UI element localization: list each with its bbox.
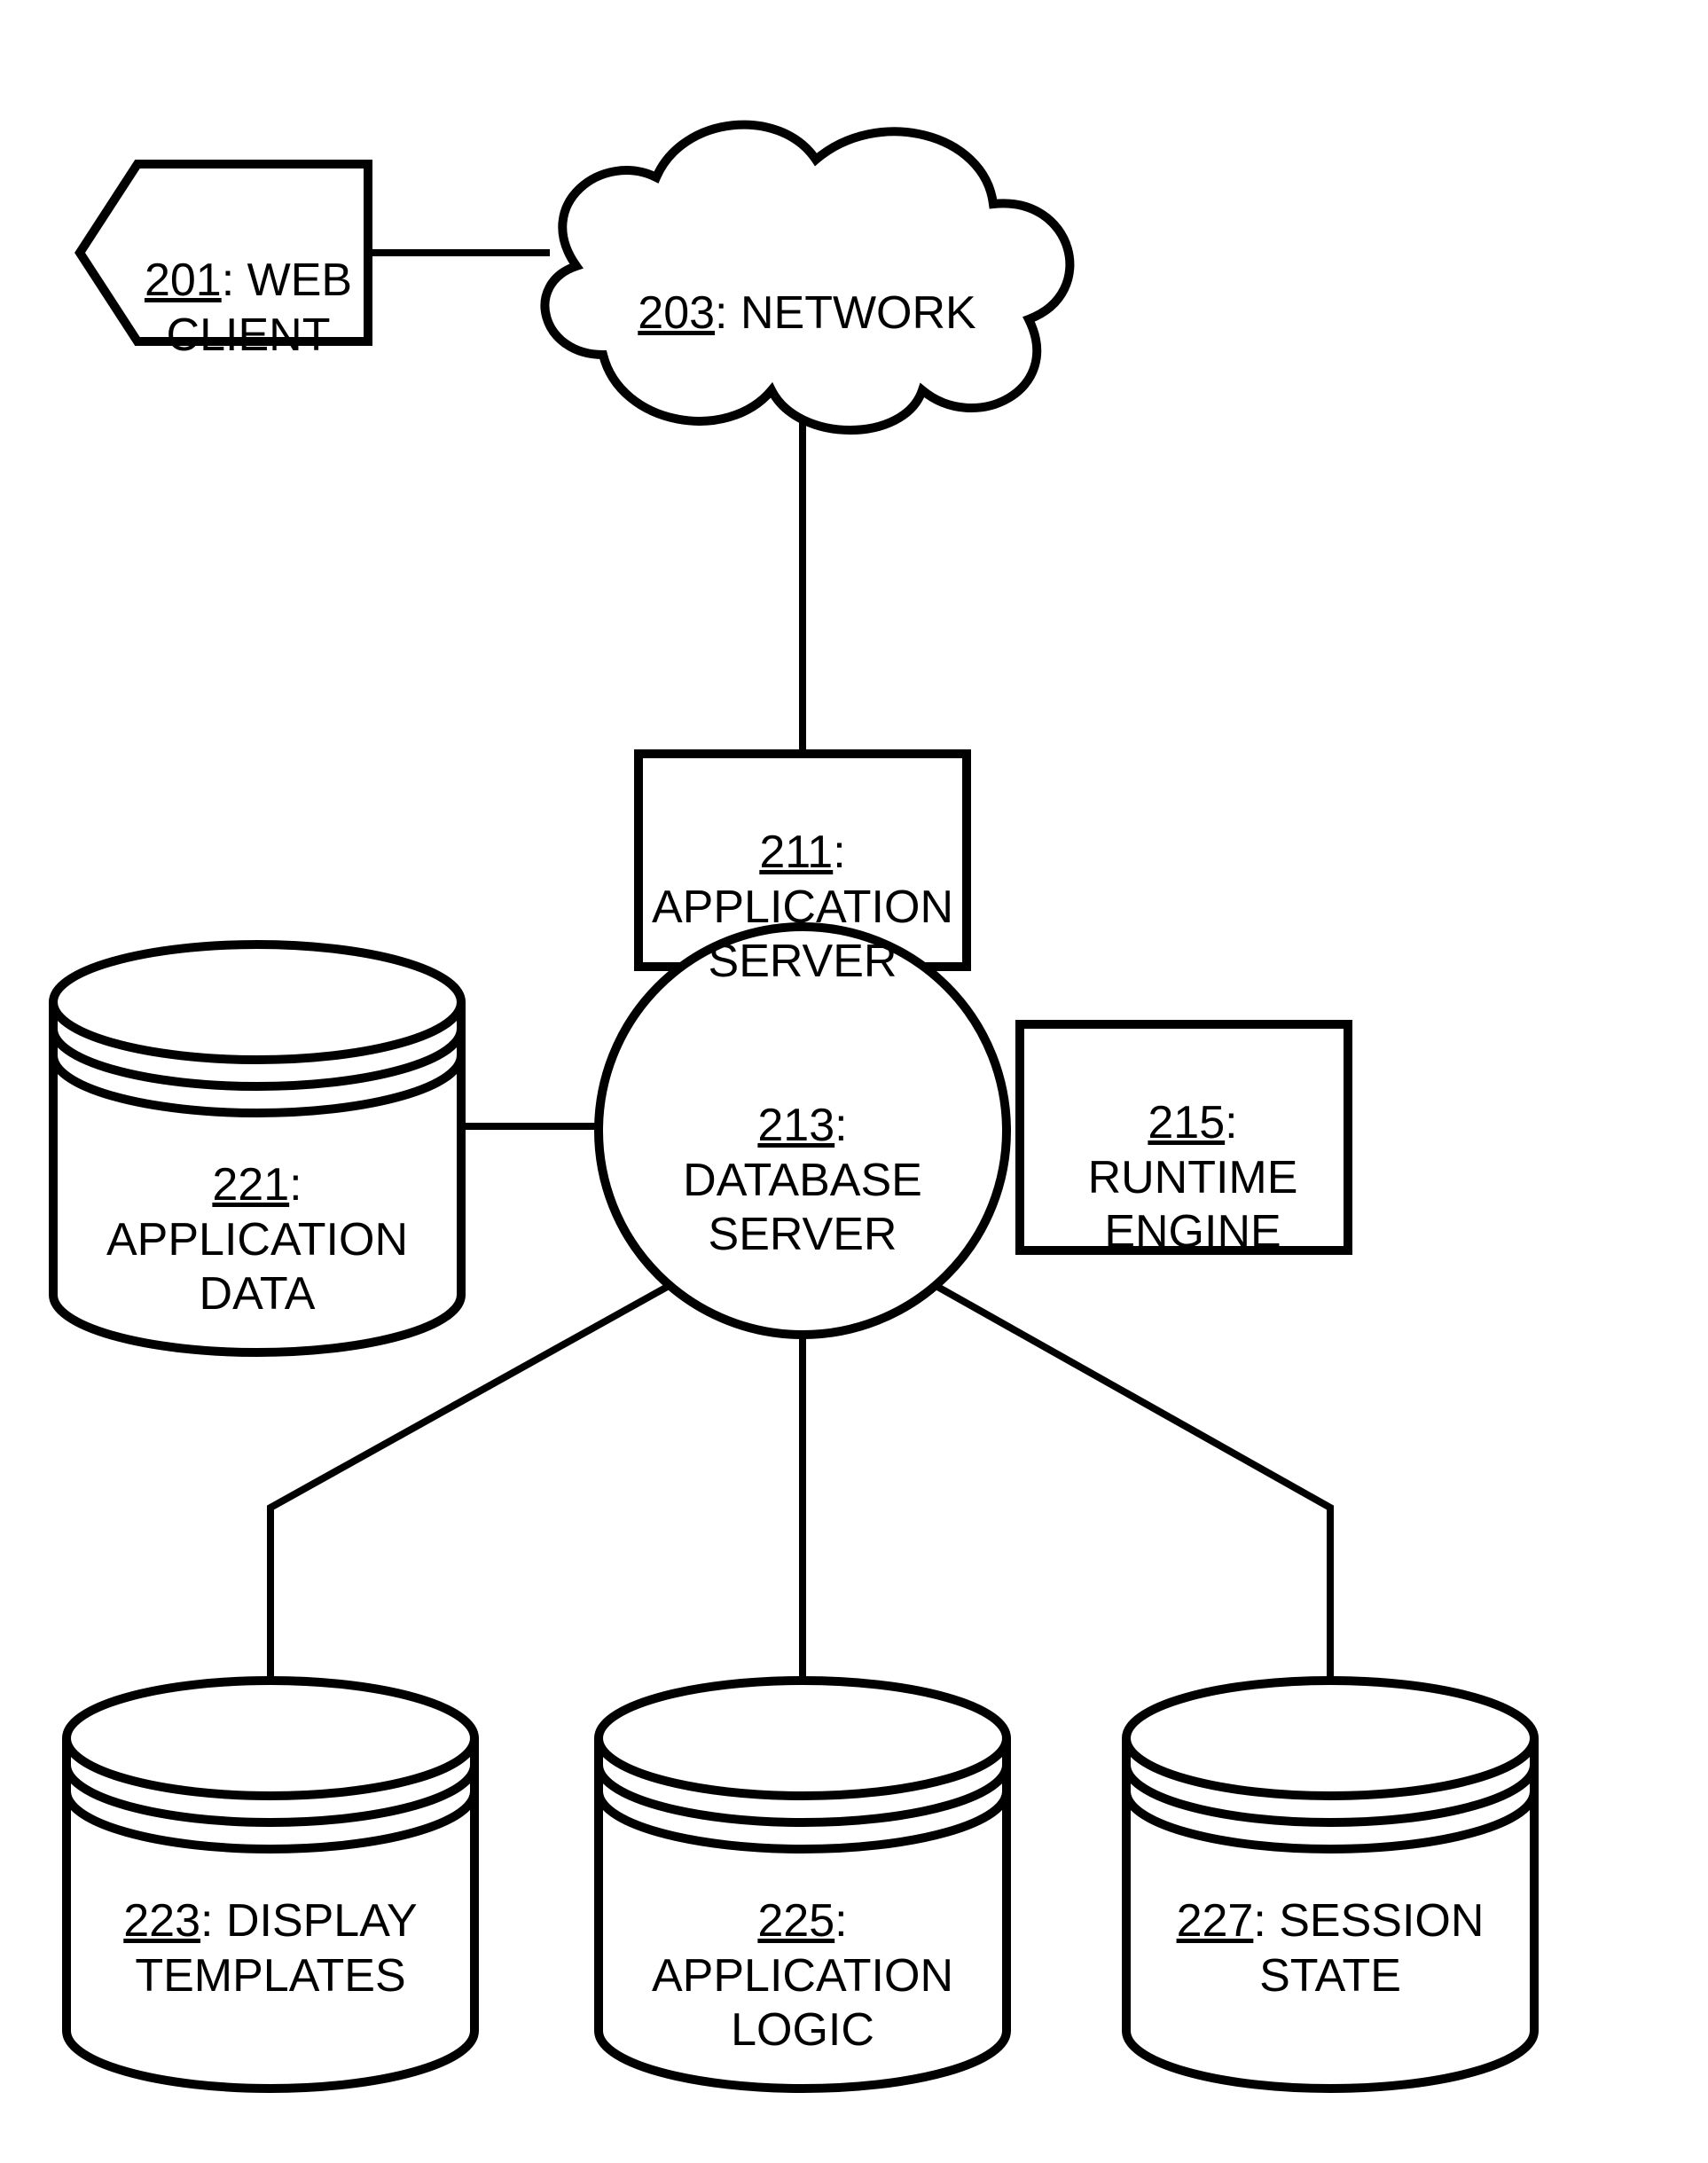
runtime-label: 215:RUNTIME ENGINE bbox=[1046, 1042, 1339, 1259]
display-templates-label: 223: DISPLAY TEMPLATES bbox=[75, 1840, 466, 2003]
app-data-label: 221: APPLICATION DATA bbox=[62, 1104, 452, 1321]
architecture-diagram: 201: WEB CLIENT 203: NETWORK 211:APPLICA… bbox=[0, 0, 1708, 2163]
db-server-label: 213:DATABASE SERVER bbox=[656, 1045, 949, 1262]
app-server-label: 211:APPLICATION SERVER bbox=[639, 772, 967, 989]
web-client-label: 201: WEB CLIENT bbox=[115, 200, 381, 363]
app-logic-label: 225: APPLICATION LOGIC bbox=[607, 1840, 998, 2057]
network-label: 203: NETWORK bbox=[612, 232, 1002, 341]
session-state-label: 227: SESSION STATE bbox=[1135, 1840, 1525, 2003]
